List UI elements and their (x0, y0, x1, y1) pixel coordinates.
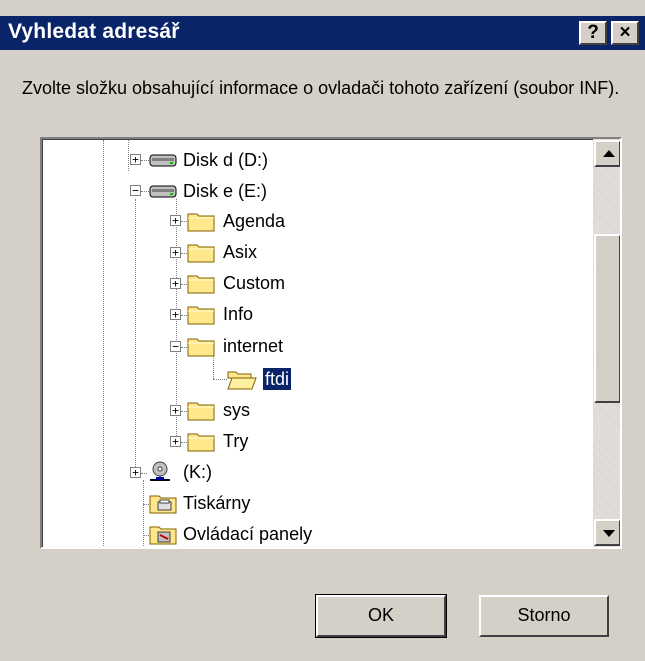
expand-toggle[interactable]: + (170, 215, 181, 226)
expand-toggle[interactable]: + (170, 247, 181, 258)
folder-icon (187, 213, 215, 232)
tree-line (128, 140, 129, 171)
tree-item-agenda[interactable]: Agenda (223, 210, 285, 232)
scrollbar-thumb[interactable] (594, 234, 620, 403)
tree-line (141, 160, 149, 161)
vertical-scrollbar[interactable] (593, 139, 620, 547)
tree-item-k-drive[interactable]: (K:) (183, 461, 212, 483)
open-folder-icon (227, 371, 257, 390)
control-panel-icon (149, 526, 177, 545)
ok-button[interactable]: OK (315, 594, 447, 638)
cancel-button[interactable]: Storno (479, 595, 609, 637)
instructions-text: Zvolte složku obsahující informace o ovl… (22, 78, 620, 98)
expand-toggle[interactable]: + (130, 467, 141, 478)
title-bar[interactable]: Vyhledat adresář ? × (0, 16, 645, 50)
tree-item-printers[interactable]: Tiskárny (183, 492, 250, 514)
arrow-up-icon (603, 150, 615, 157)
tree-line (143, 480, 144, 547)
help-button[interactable]: ? (579, 21, 607, 45)
tree-item-ftdi[interactable]: ftdi (261, 367, 293, 391)
folder-icon (187, 338, 215, 357)
folder-tree[interactable]: + Disk d (D:) − Disk e (E:) + Agenda + A… (40, 137, 622, 549)
expand-toggle[interactable]: + (170, 436, 181, 447)
scroll-up-button[interactable] (594, 140, 620, 167)
collapse-toggle[interactable]: − (130, 185, 141, 196)
tree-view[interactable]: + Disk d (D:) − Disk e (E:) + Agenda + A… (42, 139, 593, 547)
tree-item-disk-e[interactable]: Disk e (E:) (183, 180, 267, 202)
scroll-down-button[interactable] (594, 519, 620, 546)
arrow-down-icon (603, 530, 615, 537)
expand-toggle[interactable]: + (170, 309, 181, 320)
tree-line (135, 199, 136, 471)
tree-line (213, 379, 227, 380)
tree-item-asix[interactable]: Asix (223, 241, 257, 263)
printer-folder-icon (149, 495, 177, 514)
tree-item-info[interactable]: Info (223, 303, 253, 325)
folder-icon (187, 244, 215, 263)
tree-item-custom[interactable]: Custom (223, 272, 285, 294)
tree-item-control-panel[interactable]: Ovládací panely (183, 523, 312, 545)
expand-toggle[interactable]: + (130, 154, 141, 165)
drive-icon (149, 154, 177, 167)
folder-icon (187, 306, 215, 325)
tree-line (141, 191, 149, 192)
folder-browser-dialog: Vyhledat adresář ? × Zvolte složku obsah… (0, 0, 645, 661)
tree-item-try[interactable]: Try (223, 430, 248, 452)
tree-item-disk-d[interactable]: Disk d (D:) (183, 149, 268, 171)
tree-item-internet[interactable]: internet (223, 335, 283, 357)
network-drive-icon (150, 461, 170, 481)
folder-icon (187, 433, 215, 452)
tree-item-sys[interactable]: sys (223, 399, 250, 421)
collapse-toggle[interactable]: − (170, 341, 181, 352)
expand-toggle[interactable]: + (170, 405, 181, 416)
drive-icon (149, 185, 177, 198)
close-button[interactable]: × (611, 21, 639, 45)
folder-icon (187, 275, 215, 294)
window-title: Vyhledat adresář (8, 20, 180, 43)
folder-icon (187, 402, 215, 421)
expand-toggle[interactable]: + (170, 278, 181, 289)
tree-line (103, 140, 104, 547)
